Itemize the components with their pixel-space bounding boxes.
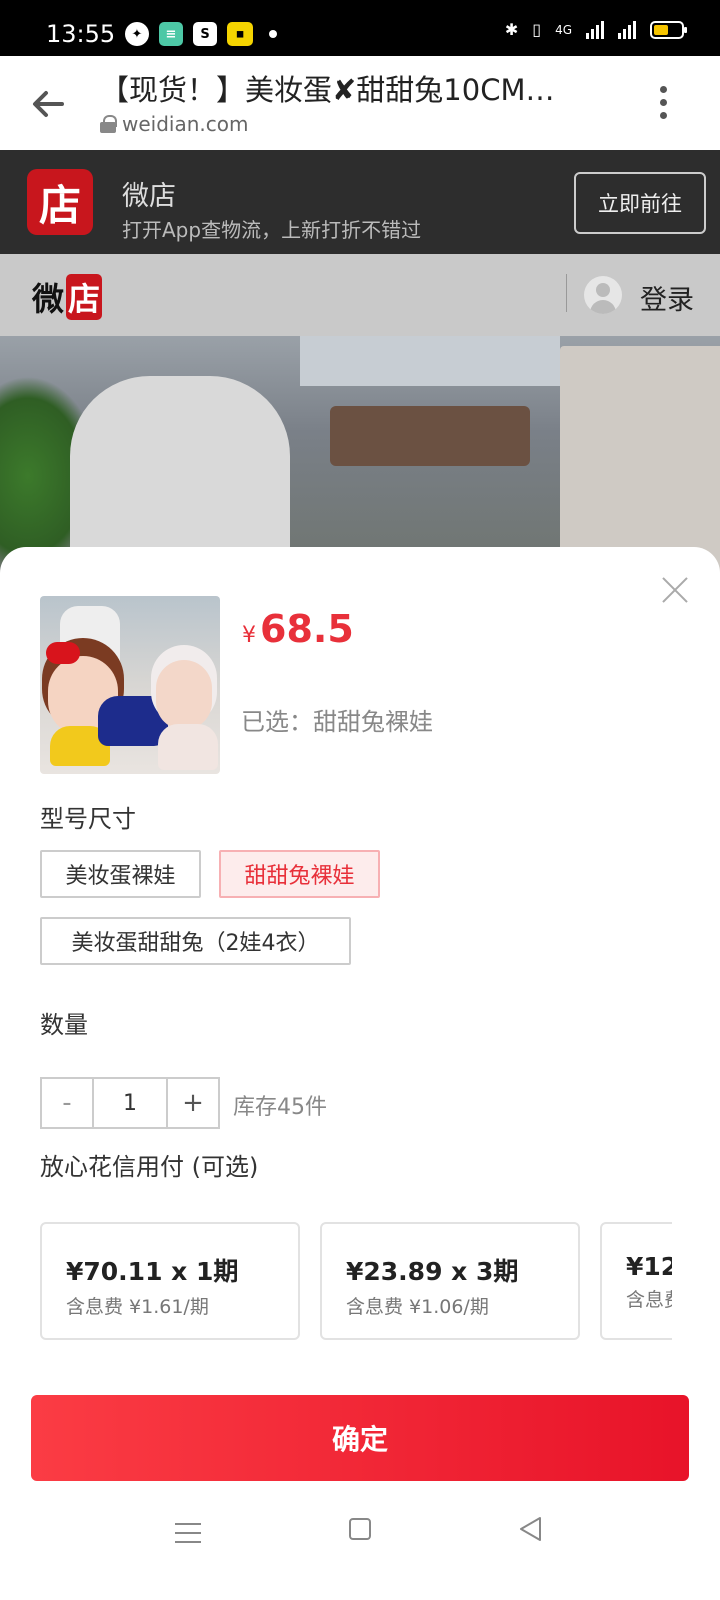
network-label: 4G <box>555 22 572 37</box>
system-nav-bar <box>0 1495 720 1600</box>
product-price: ¥68.5 <box>242 607 354 651</box>
plan-amount: ¥70.11 x 1期 <box>66 1257 239 1286</box>
decrease-button[interactable]: - <box>42 1079 92 1127</box>
status-time: 13:55 <box>46 20 116 48</box>
close-icon[interactable] <box>660 575 690 605</box>
site-header: 微 店 登录 <box>0 254 720 336</box>
url-text: weidian.com <box>122 112 249 136</box>
quantity-title: 数量 <box>40 1011 88 1039</box>
shopee-icon: S <box>193 22 217 46</box>
plan-fee: 含息费 ¥1.06/期 <box>346 1296 489 1318</box>
status-bar: 13:55 ✦ ≡ S ◼ ✱ ▯ 4G <box>0 0 720 56</box>
more-notifications-dot <box>269 30 277 38</box>
back-icon[interactable] <box>516 1515 544 1543</box>
back-arrow-icon[interactable] <box>30 86 66 122</box>
site-logo[interactable]: 微 店 <box>32 274 103 320</box>
quantity-stepper: - 1 + <box>40 1077 220 1129</box>
app-icon: ≡ <box>159 22 183 46</box>
option-button-selected[interactable]: 甜甜兔裸娃 <box>219 850 380 898</box>
browser-toolbar: 【现货！】美妆蛋✘甜甜兔10CM… weidian.com <box>0 56 720 150</box>
status-notification-icons: ✦ ≡ S ◼ <box>125 22 277 46</box>
header-divider <box>566 274 567 312</box>
plan-amount: ¥23.89 x 3期 <box>346 1257 519 1286</box>
product-thumbnail[interactable] <box>40 596 220 774</box>
plan-fee: 含息费 ¥1.61/期 <box>66 1296 209 1318</box>
installment-plans-scroller[interactable]: ¥70.11 x 1期 含息费 ¥1.61/期 ¥23.89 x 3期 含息费 … <box>40 1222 672 1342</box>
stock-label: 库存45件 <box>233 1095 327 1120</box>
option-button[interactable]: 美妆蛋裸娃 <box>40 850 201 898</box>
option-button[interactable]: 美妆蛋甜甜兔（2娃4衣） <box>40 917 351 965</box>
home-icon[interactable] <box>349 1518 371 1540</box>
url-row[interactable]: weidian.com <box>100 112 248 136</box>
signal-icon <box>586 20 604 39</box>
vibrate-icon: ▯ <box>532 20 542 39</box>
site-logo-box: 店 <box>66 274 103 320</box>
app-icon: ◼ <box>227 22 253 46</box>
bluetooth-icon: ✱ <box>504 20 519 39</box>
installment-plan-card[interactable]: ¥23.89 x 3期 含息费 ¥1.06/期 <box>320 1222 580 1340</box>
price-currency: ¥ <box>242 623 256 648</box>
plan-fee: 含息费 <box>626 1289 672 1311</box>
weidian-app-logo: 店 <box>27 169 93 235</box>
selected-variant-label: 已选：甜甜兔裸娃 <box>241 708 433 736</box>
sku-selection-sheet: ¥68.5 已选：甜甜兔裸娃 型号尺寸 美妆蛋裸娃 甜甜兔裸娃 美妆蛋甜甜兔（2… <box>0 547 720 1600</box>
open-app-button[interactable]: 立即前往 <box>574 172 706 234</box>
recent-apps-icon[interactable] <box>175 1523 201 1543</box>
lock-icon <box>100 115 117 133</box>
confirm-button[interactable]: 确定 <box>31 1395 689 1481</box>
spec-title: 型号尺寸 <box>40 805 136 833</box>
quantity-input[interactable]: 1 <box>92 1079 168 1127</box>
login-link[interactable]: 登录 <box>640 278 694 317</box>
plan-amount: ¥12. <box>626 1252 672 1281</box>
more-options-icon[interactable] <box>660 86 668 119</box>
signal-icon <box>618 20 636 39</box>
avatar-icon[interactable] <box>584 276 622 314</box>
installment-plan-card[interactable]: ¥70.11 x 1期 含息费 ¥1.61/期 <box>40 1222 300 1340</box>
site-logo-text: 微 <box>32 280 65 318</box>
installment-title: 放心花信用付 (可选) <box>40 1153 259 1181</box>
price-value: 68.5 <box>260 607 354 651</box>
app-promo-banner: 店 微店 打开App查物流，上新打折不错过 立即前往 <box>0 150 720 254</box>
increase-button[interactable]: + <box>168 1079 218 1127</box>
status-system-icons: ✱ ▯ 4G <box>504 20 687 39</box>
page-title: 【现货！】美妆蛋✘甜甜兔10CM… <box>100 73 555 107</box>
battery-icon <box>650 20 687 39</box>
banner-subtitle: 打开App查物流，上新打折不错过 <box>122 218 422 242</box>
messenger-icon: ✦ <box>125 22 149 46</box>
installment-plan-card[interactable]: ¥12. 含息费 <box>600 1222 672 1340</box>
product-hero-image <box>0 336 720 576</box>
banner-app-name: 微店 <box>122 181 176 212</box>
